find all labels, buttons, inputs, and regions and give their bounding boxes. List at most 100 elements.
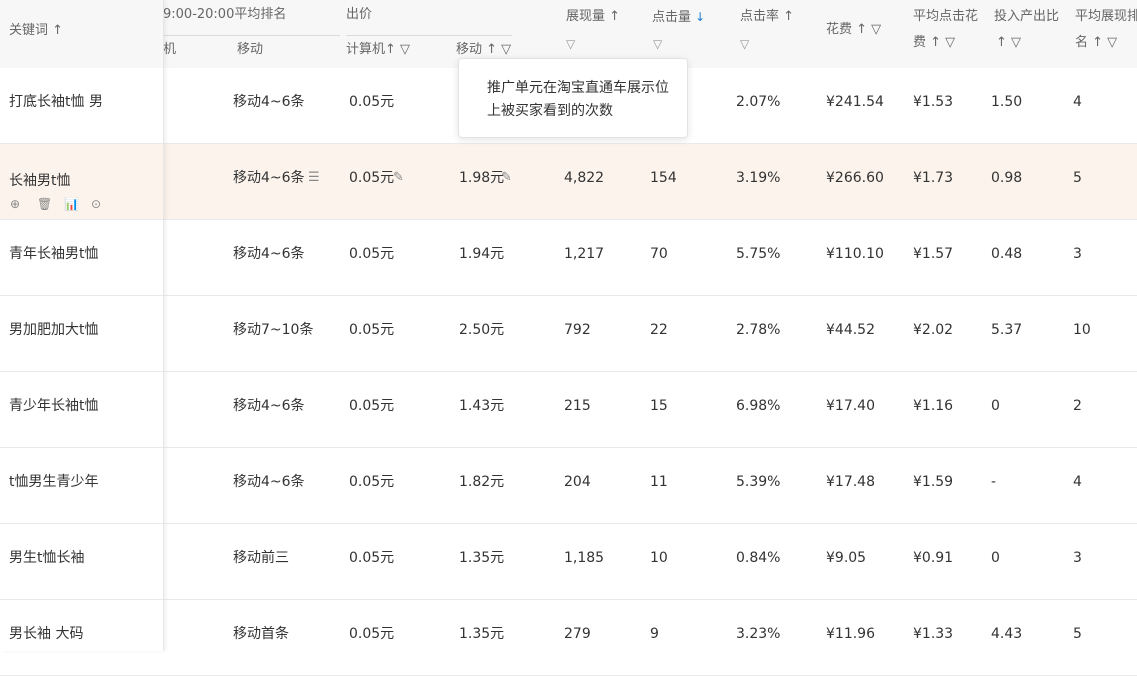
table-row[interactable]: 移动4~6条 0.05元 1.43元 215 15 6.98% ¥17.40 ¥1.16 0 2 <box>0 372 1137 448</box>
keyword-cell[interactable]: 青年长袖男t恤 <box>9 244 99 264</box>
cost-cell: ¥44.52 <box>826 322 875 338</box>
header-roi[interactable]: 投入产出比 <box>994 8 1059 26</box>
keyword-cell[interactable]: 长袖男t恤 <box>9 171 71 191</box>
cost-cell: ¥11.96 <box>826 626 875 642</box>
cpc-cell: ¥1.33 <box>913 626 954 642</box>
rank-cell: 5 <box>1073 626 1082 642</box>
header-mobile-rank[interactable]: 移动 <box>237 41 263 59</box>
more-icon[interactable]: ⊙ <box>91 194 101 214</box>
keyword-cell[interactable]: t恤男生青少年 <box>9 472 99 492</box>
bid-mobile-cell[interactable]: 1.43元 <box>459 396 504 416</box>
edit-pencil-icon[interactable]: ✎ <box>501 168 512 188</box>
clicks-cell: 15 <box>650 398 668 414</box>
keyword-row[interactable]: 青少年长袖t恤 <box>0 372 163 448</box>
header-avg-rank[interactable]: 平均展现排 <box>1075 8 1137 26</box>
ctr-cell: 6.98% <box>736 398 781 414</box>
cost-cell: ¥17.40 <box>826 398 875 414</box>
clicks-cell: 10 <box>650 550 668 566</box>
keyword-cell[interactable]: 男长袖 大码 <box>9 624 83 644</box>
table-row[interactable]: 移动7~10条 0.05元 2.50元 792 22 2.78% ¥44.52 ¥2.02 5.… <box>0 296 1137 372</box>
cost-cell: ¥9.05 <box>826 550 867 566</box>
roi-cell: - <box>991 474 997 490</box>
ctr-cell: 5.75% <box>736 246 781 262</box>
bid-pc-cell[interactable]: 0.05元 <box>349 320 394 340</box>
bid-pc-cell[interactable]: 0.05元 <box>349 624 394 644</box>
header-keyword[interactable]: 关键词 ↑ <box>9 22 63 40</box>
bid-pc-cell[interactable]: 0.05元 <box>349 548 394 568</box>
bid-mobile-cell[interactable]: 1.35元 <box>459 548 504 568</box>
table-row[interactable]: 移动4~6条 ☰ 0.05元 ✎ 1.98元 ✎ 4,822 154 3.19% ¥266.60 ¥… <box>0 144 1137 220</box>
locate-icon[interactable]: ⊕ <box>10 194 20 214</box>
bid-mobile-cell[interactable]: 2.50元 <box>459 320 504 340</box>
bid-mobile-cell[interactable]: 1.82元 <box>459 472 504 492</box>
mobile-rank-cell: 移动7~10条 <box>233 322 314 338</box>
cost-cell: ¥241.54 <box>826 94 884 110</box>
mobile-rank-cell: 移动首条 <box>233 626 289 642</box>
keyword-row[interactable]: 长袖男t恤 ⊕ 🗑 📊 ⊙ <box>0 144 163 220</box>
keyword-cell[interactable]: 男加肥加大t恤 <box>9 320 99 340</box>
keyword-cell[interactable]: 男生t恤长袖 <box>9 548 85 568</box>
bid-pc-cell[interactable]: 0.05元 <box>349 472 394 492</box>
roi-cell: 0 <box>991 550 1000 566</box>
table-row[interactable]: 移动4~6条 0.05元 1.94元 1,217 70 5.75% ¥110.10 ¥1.57… <box>0 220 1137 296</box>
table-row[interactable]: 移动前三 0.05元 1.35元 1,185 10 0.84% ¥9.05 ¥0.91 0 3 <box>0 524 1137 600</box>
header-bid-mobile[interactable]: 移动 ↑ ▽ <box>456 41 511 59</box>
keyword-cell[interactable]: 青少年长袖t恤 <box>9 396 99 416</box>
mobile-rank-cell: 移动4~6条 <box>233 170 305 186</box>
header-ctr[interactable]: 点击率 ↑ <box>740 8 794 26</box>
keyword-row[interactable]: 青年长袖男t恤 <box>0 220 163 296</box>
clicks-cell: 22 <box>650 322 668 338</box>
mobile-rank-cell: 移动前三 <box>233 550 289 566</box>
sort-desc-icon[interactable]: ↓ <box>695 10 705 24</box>
roi-cell: 1.50 <box>991 94 1023 110</box>
tooltip-line: 上被买家看到的次数 <box>487 103 613 119</box>
bid-pc-cell[interactable]: 0.05元 <box>349 92 394 112</box>
edit-pencil-icon[interactable]: ✎ <box>393 168 404 188</box>
keyword-row[interactable]: 男长袖 大码 <box>0 600 163 676</box>
header-clicks[interactable]: 点击量 ↓ <box>652 8 705 27</box>
header-avg-cpc-sort[interactable]: 费 ↑ ▽ <box>913 34 955 52</box>
ctr-cell: 0.84% <box>736 550 781 566</box>
impressions-tooltip: 推广单元在淘宝直通车展示位 上被买家看到的次数 <box>458 58 688 138</box>
keyword-cell[interactable]: 打底长袖t恤 男 <box>9 92 103 112</box>
roi-cell: 5.37 <box>991 322 1023 338</box>
mobile-rank-cell: 移动4~6条 <box>233 94 305 110</box>
header-bid: 出价 <box>346 7 373 22</box>
clicks-cell: 11 <box>650 474 668 490</box>
table-row[interactable]: 移动4~6条 0.05元 1.82元 204 11 5.39% ¥17.48 ¥1.59 - 4 <box>0 448 1137 524</box>
cpc-cell: ¥1.59 <box>913 474 954 490</box>
header-avg-cpc[interactable]: 平均点击花 <box>913 8 978 26</box>
keyword-row[interactable]: t恤男生青少年 <box>0 448 163 524</box>
bid-pc-cell[interactable]: 0.05元 <box>349 244 394 264</box>
bid-mobile-cell[interactable]: 1.98元 <box>459 168 504 188</box>
rank-cell: 3 <box>1073 246 1082 262</box>
bid-pc-cell[interactable]: 0.05元 <box>349 168 394 188</box>
header-divider <box>346 35 512 36</box>
bid-pc-cell[interactable]: 0.05元 <box>349 396 394 416</box>
keyword-row[interactable]: 男生t恤长袖 <box>0 524 163 600</box>
bar-chart-icon[interactable]: 📊 <box>64 194 79 214</box>
bid-mobile-cell[interactable]: 1.94元 <box>459 244 504 264</box>
filter-icon[interactable]: ▽ <box>566 35 575 53</box>
table-row[interactable]: 移动首条 0.05元 1.35元 279 9 3.23% ¥11.96 ¥1.33 4.43 5 <box>0 600 1137 676</box>
header-avg-rank-sort[interactable]: 名 ↑ ▽ <box>1075 34 1117 52</box>
cpc-cell: ¥1.16 <box>913 398 954 414</box>
filter-icon[interactable]: ▽ <box>740 35 749 53</box>
header-bid-pc[interactable]: 计算机↑ ▽ <box>346 41 410 59</box>
keyword-header-cell: 关键词 ↑ <box>0 0 163 68</box>
rank-cell: 3 <box>1073 550 1082 566</box>
header-impressions[interactable]: 展现量 ↑ <box>566 8 620 26</box>
cost-cell: ¥110.10 <box>826 246 884 262</box>
header-time-rank: 9:00-20:00平均排名 <box>163 7 287 22</box>
roi-cell: 4.43 <box>991 626 1023 642</box>
header-roi-sort[interactable]: ↑ ▽ <box>996 34 1021 52</box>
filter-icon[interactable]: ▽ <box>653 35 662 53</box>
bid-mobile-cell[interactable]: 1.35元 <box>459 624 504 644</box>
rank-detail-icon[interactable]: ☰ <box>308 168 320 188</box>
keyword-row[interactable]: 男加肥加大t恤 <box>0 296 163 372</box>
header-cost[interactable]: 花费 ↑ ▽ <box>826 21 881 39</box>
mobile-rank-cell: 移动4~6条 <box>233 246 305 262</box>
header-pc-rank[interactable]: 机 <box>163 41 176 59</box>
delete-icon[interactable]: 🗑 <box>37 194 52 214</box>
keyword-row[interactable]: 打底长袖t恤 男 <box>0 68 163 144</box>
